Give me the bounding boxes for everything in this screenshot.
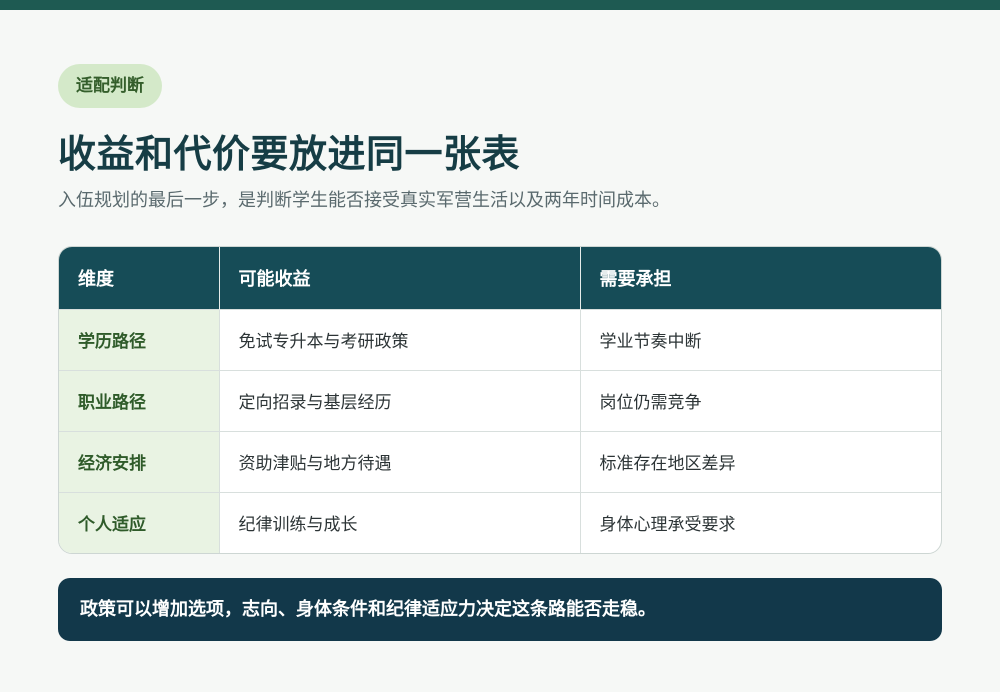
table-row: 个人适应 纪律训练与成长 身体心理承受要求: [59, 491, 941, 553]
row-benefit: 免试专升本与考研政策: [218, 308, 580, 370]
table-header-row: 维度 可能收益 需要承担: [59, 247, 941, 309]
row-cost: 学业节奏中断: [579, 308, 941, 370]
row-dimension: 职业路径: [59, 369, 219, 431]
row-benefit: 资助津贴与地方待遇: [218, 430, 580, 492]
table-row: 职业路径 定向招录与基层经历 岗位仍需竞争: [59, 369, 941, 431]
row-cost: 岗位仍需竞争: [579, 369, 941, 431]
header-cost: 需要承担: [579, 247, 941, 309]
top-accent-bar: [0, 0, 1000, 10]
page-subtitle: 入伍规划的最后一步，是判断学生能否接受真实军营生活以及两年时间成本。: [58, 190, 670, 211]
row-cost: 标准存在地区差异: [579, 430, 941, 492]
header-benefit: 可能收益: [218, 247, 580, 309]
table-row: 经济安排 资助津贴与地方待遇 标准存在地区差异: [59, 430, 941, 492]
page-content: 适配判断 收益和代价要放进同一张表 入伍规划的最后一步，是判断学生能否接受真实军…: [58, 64, 942, 641]
row-dimension: 经济安排: [59, 430, 219, 492]
comparison-table: 维度 可能收益 需要承担 学历路径 免试专升本与考研政策 学业节奏中断 职业路径…: [58, 246, 942, 554]
row-benefit: 定向招录与基层经历: [218, 369, 580, 431]
section-tag: 适配判断: [58, 64, 162, 108]
row-dimension: 学历路径: [59, 308, 219, 370]
conclusion-banner: 政策可以增加选项，志向、身体条件和纪律适应力决定这条路能否走稳。: [58, 578, 942, 641]
row-benefit: 纪律训练与成长: [218, 491, 580, 553]
row-cost: 身体心理承受要求: [579, 491, 941, 553]
row-dimension: 个人适应: [59, 491, 219, 553]
page-title: 收益和代价要放进同一张表: [58, 132, 521, 176]
header-dimension: 维度: [59, 247, 219, 309]
table-row: 学历路径 免试专升本与考研政策 学业节奏中断: [59, 308, 941, 370]
